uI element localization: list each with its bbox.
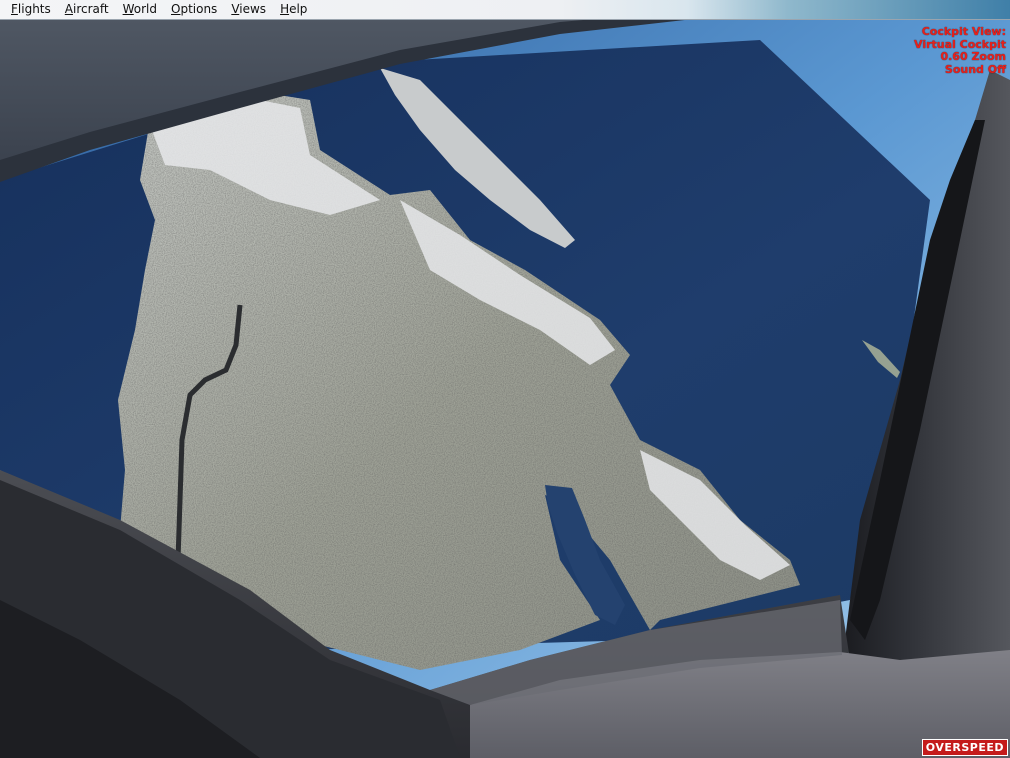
menu-world[interactable]: World — [116, 0, 164, 19]
menu-bar: Flights Aircraft World Options Views Hel… — [0, 0, 1010, 20]
view-info-zoom: 0.60 Zoom — [940, 50, 1006, 63]
menu-help[interactable]: Help — [273, 0, 314, 19]
menu-aircraft[interactable]: Aircraft — [58, 0, 116, 19]
view-info-mode: Cockpit View: — [921, 25, 1006, 38]
cockpit-scene — [0, 0, 1010, 758]
menu-options[interactable]: Options — [164, 0, 224, 19]
view-info-overlay: Cockpit View: Virtual Cockpit 0.60 Zoom … — [914, 25, 1006, 76]
overspeed-warning: OVERSPEED — [921, 739, 1008, 756]
menu-views[interactable]: Views — [224, 0, 273, 19]
view-info-sound: Sound Off — [944, 62, 1006, 76]
menu-flights[interactable]: Flights — [0, 0, 58, 19]
